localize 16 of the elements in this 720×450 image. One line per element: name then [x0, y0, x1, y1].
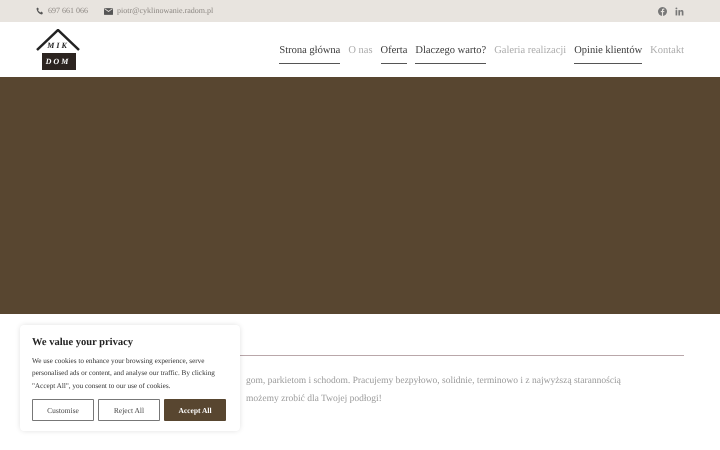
- logo-text: MIK: [46, 42, 70, 50]
- phone-number: 697 661 066: [48, 5, 88, 17]
- facebook-icon[interactable]: [658, 6, 667, 16]
- nav-link[interactable]: Strona główna: [279, 43, 340, 64]
- nav-link[interactable]: Dlaczego warto?: [415, 43, 486, 64]
- body-text: gom, parkietom i schodom. Pracujemy bezpyłowo, solidnie, terminowo i z najwyższą starannością: [246, 375, 622, 388]
- body-text: możemy zrobić dla Twojej podłogi!: [246, 393, 383, 406]
- nav-link[interactable]: Oferta: [380, 43, 408, 64]
- house-drawing: [36, 28, 80, 70]
- nav-link[interactable]: Opinie klientów: [574, 43, 642, 64]
- logo-text: DOM: [44, 58, 72, 66]
- linkedin-icon[interactable]: [675, 6, 684, 16]
- phone-icon: [36, 7, 44, 15]
- email-address: piotr@cyklinowanie.radom.pl: [117, 5, 214, 17]
- envelope-icon: [104, 8, 113, 14]
- cookie-title: We value your privacy: [32, 336, 134, 350]
